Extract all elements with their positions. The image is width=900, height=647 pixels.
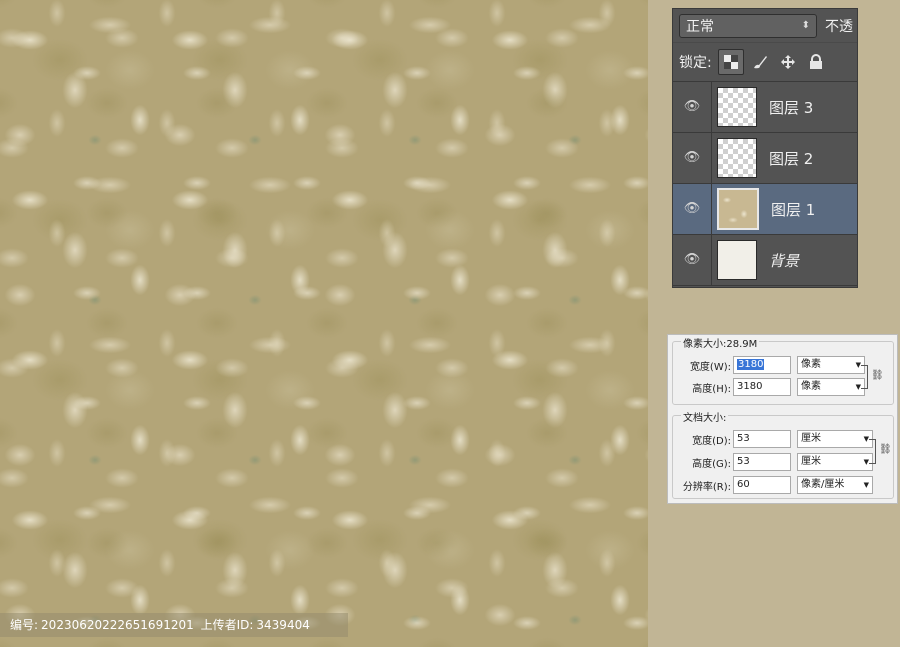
lock-row: 锁定: <box>673 42 857 82</box>
document-size-group: 文档大小: 宽度(D): 53 厘米 ▼ 高度(G): 53 厘米 ▼ 分辨率(R)… <box>672 409 894 499</box>
id-label: 编号: <box>10 618 39 632</box>
doc-height-input[interactable]: 53 <box>733 453 791 471</box>
id-value: 20230620222651691201 <box>41 618 194 632</box>
width-input[interactable]: 3180 <box>733 356 791 374</box>
layer-name: 图层 2 <box>769 149 814 168</box>
height-unit-select[interactable]: 像素 ▼ <box>797 378 865 396</box>
layer-thumbnail <box>717 87 757 127</box>
blend-mode-select[interactable]: 正常 ⬍ <box>679 13 817 38</box>
watermark-info-bar: 编号: 20230620222651691201 上传者ID: 3439404 <box>0 613 348 637</box>
layer-row-selected[interactable]: 👁 图层 1 <box>673 184 857 235</box>
doc-width-label: 宽度(D): <box>692 435 731 447</box>
height-label: 高度(H): <box>692 383 731 395</box>
chain-link-icon: ⛓ <box>879 444 892 455</box>
lock-label: 锁定: <box>679 55 712 71</box>
uploader-value: 3439404 <box>256 618 310 632</box>
layer-row[interactable]: 👁 图层 2 <box>673 133 857 184</box>
layer-thumbnail <box>717 240 757 280</box>
eye-icon[interactable]: 👁 <box>673 235 712 285</box>
height-input[interactable]: 3180 <box>733 378 791 396</box>
resolution-label: 分辨率(R): <box>682 481 731 493</box>
lock-transparent-icon[interactable] <box>717 49 744 75</box>
image-size-dialog: 像素大小:28.9M 宽度(W): 3180 像素 ▼ 高度(H): 3180 像… <box>667 334 898 504</box>
resolution-row: 分辨率(R): 60 像素/厘米 ▼ <box>673 476 873 494</box>
pixel-width-row: 宽度(W): 3180 像素 ▼ <box>673 356 865 374</box>
width-unit-select[interactable]: 像素 ▼ <box>797 356 865 374</box>
doc-width-unit-select[interactable]: 厘米 ▼ <box>797 430 873 448</box>
opacity-label: 不透 <box>825 18 853 35</box>
width-unit: 像素 <box>801 359 821 370</box>
blend-row: 正常 ⬍ 不透 <box>673 9 857 42</box>
pixel-size-group: 像素大小:28.9M 宽度(W): 3180 像素 ▼ 高度(H): 3180 像… <box>672 335 894 405</box>
eye-icon[interactable]: 👁 <box>673 82 712 132</box>
texture-preview <box>0 0 648 647</box>
pixel-size-title: 像素大小:28.9M <box>681 335 760 350</box>
resolution-unit: 像素/厘米 <box>801 479 845 490</box>
link-bracket <box>869 439 876 464</box>
height-unit: 像素 <box>801 381 821 392</box>
layer-name: 背景 <box>769 251 800 270</box>
layers-panel: 正常 ⬍ 不透 锁定: 👁 图层 3 👁 图层 2 👁 图层 1 👁 背景 <box>672 8 858 288</box>
uploader-label: 上传者ID: <box>200 618 254 632</box>
chain-link-icon: ⛓ <box>871 370 884 381</box>
doc-height-label: 高度(G): <box>692 458 731 470</box>
doc-height-unit-select[interactable]: 厘米 ▼ <box>797 453 873 471</box>
eye-icon[interactable]: 👁 <box>673 133 712 183</box>
width-value: 3180 <box>737 359 765 370</box>
padlock-icon[interactable] <box>804 50 828 74</box>
layer-thumbnail <box>717 138 757 178</box>
doc-width-input[interactable]: 53 <box>733 430 791 448</box>
dropdown-arrow-icon: ▼ <box>863 481 869 489</box>
link-bracket <box>861 365 868 389</box>
layer-name: 图层 3 <box>769 98 814 117</box>
doc-width-row: 宽度(D): 53 厘米 ▼ <box>673 430 873 448</box>
layer-row[interactable]: 👁 图层 3 <box>673 82 857 133</box>
doc-width-unit: 厘米 <box>801 433 821 444</box>
brush-icon[interactable] <box>748 50 772 74</box>
layer-row[interactable]: 👁 背景 <box>673 235 857 286</box>
updown-arrow-icon: ⬍ <box>801 20 810 31</box>
width-label: 宽度(W): <box>689 361 731 373</box>
pixel-height-row: 高度(H): 3180 像素 ▼ <box>673 378 865 396</box>
doc-height-unit: 厘米 <box>801 456 821 467</box>
document-size-title: 文档大小: <box>681 409 729 424</box>
eye-icon[interactable]: 👁 <box>673 184 712 234</box>
layer-name: 图层 1 <box>771 200 816 219</box>
doc-height-row: 高度(G): 53 厘米 ▼ <box>673 453 873 471</box>
resolution-unit-select[interactable]: 像素/厘米 ▼ <box>797 476 873 494</box>
layer-thumbnail <box>717 188 759 230</box>
blend-mode-value: 正常 <box>686 18 714 35</box>
move-icon[interactable] <box>776 50 800 74</box>
resolution-input[interactable]: 60 <box>733 476 791 494</box>
